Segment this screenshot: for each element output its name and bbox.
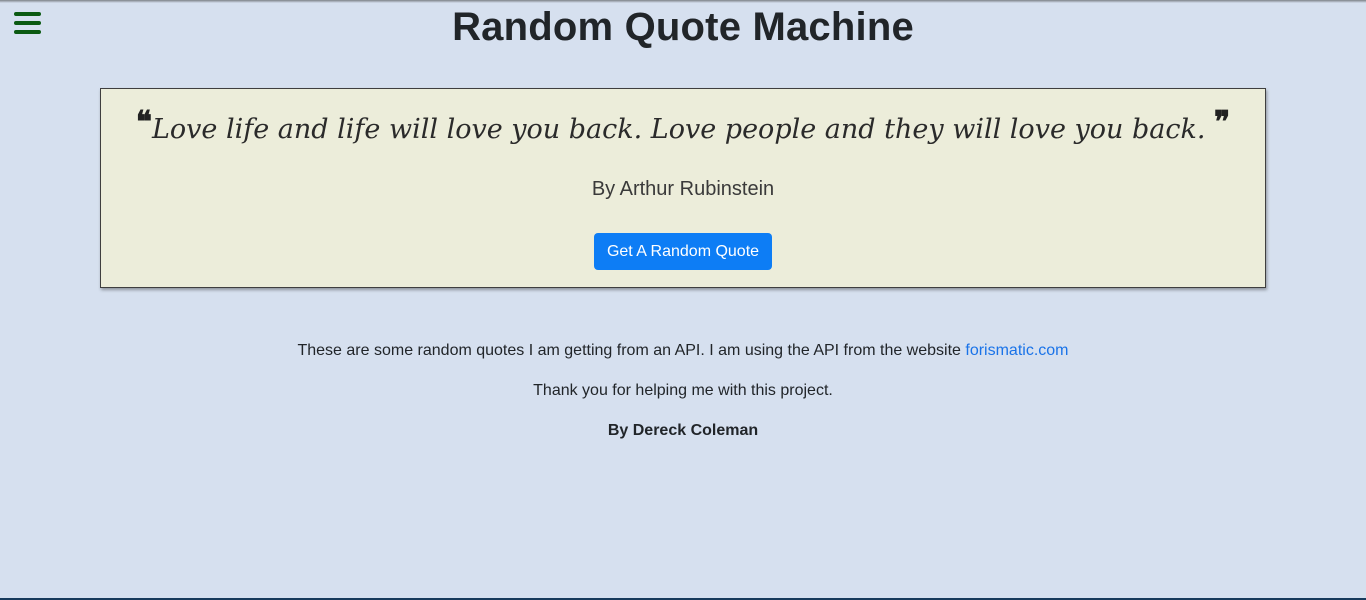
quote-box: ❝Love life and life will love you back. … <box>100 88 1266 288</box>
api-info-text: These are some random quotes I am gettin… <box>0 341 1366 361</box>
quote-author: By Arthur Rubinstein <box>591 178 775 200</box>
forismatic-link[interactable]: forismatic.com <box>965 342 1068 359</box>
close-quote-icon: ❞ <box>1214 105 1231 140</box>
thank-you-text: Thank you for helping me with this proje… <box>533 382 833 399</box>
author-credit: By Dereck Coleman <box>607 422 759 439</box>
api-info-label: These are some random quotes I am gettin… <box>297 342 966 359</box>
get-random-quote-button[interactable]: Get A Random Quote <box>594 233 772 270</box>
quote-text: Love life and life will love you back. L… <box>151 114 1215 145</box>
open-quote-icon: ❝ <box>135 105 152 140</box>
page-title: Random Quote Machine <box>452 5 914 49</box>
top-shadow <box>0 0 1366 3</box>
quote-text-container: ❝Love life and life will love you back. … <box>101 105 1265 148</box>
